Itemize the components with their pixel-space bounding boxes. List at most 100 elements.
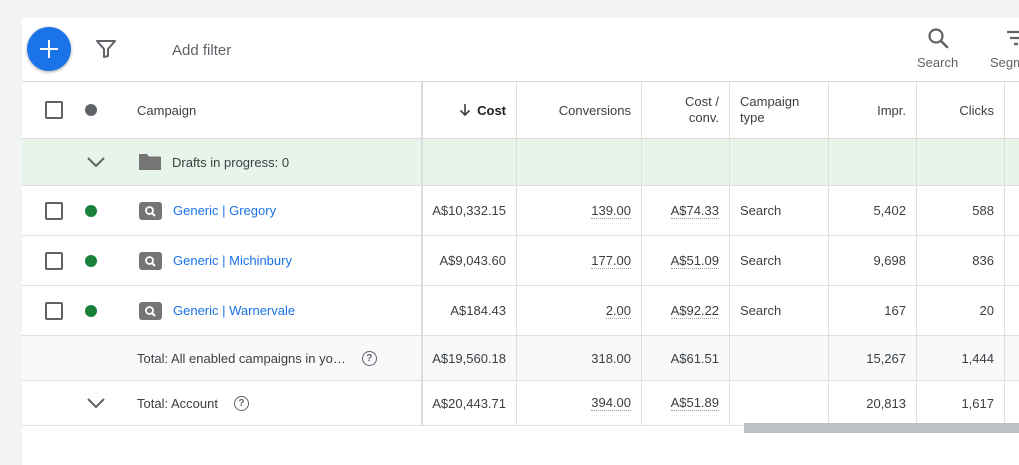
- campaign-type-cell: Search: [730, 186, 829, 235]
- table-toolbar: Add filter Search Segment: [22, 18, 1019, 82]
- total-account-conversions-cell: 394.00: [517, 381, 642, 425]
- status-cell: [85, 286, 101, 335]
- total-account-clicks: 1,617: [917, 381, 1005, 425]
- search-tool-button[interactable]: Search: [917, 26, 958, 70]
- campaign-name-cell: Generic | Warnervale: [127, 286, 423, 335]
- campaign-name-cell: Generic | Gregory: [127, 186, 423, 235]
- conversions-value[interactable]: 177.00: [591, 253, 631, 269]
- total-enabled-cost: A$19,560.18: [423, 336, 517, 380]
- help-icon[interactable]: ?: [233, 395, 249, 411]
- drafts-impr-cell: [829, 139, 917, 185]
- conversions-cell: 139.00: [517, 186, 642, 235]
- chevron-down-icon[interactable]: [86, 156, 106, 168]
- column-header-conversions[interactable]: Conversions: [517, 82, 642, 138]
- total-account-cost-conv-cell: A$51.89: [642, 381, 730, 425]
- total-account-cost-conv[interactable]: A$51.89: [670, 395, 719, 411]
- column-header-campaign[interactable]: Campaign: [127, 82, 423, 138]
- row-checkbox[interactable]: [45, 251, 63, 270]
- campaign-name-link[interactable]: Generic | Gregory: [173, 203, 276, 218]
- status-cell: [85, 186, 101, 235]
- segment-icon: [1007, 30, 1019, 46]
- total-account-label: Total: Account: [137, 395, 218, 411]
- enabled-status-icon[interactable]: [85, 254, 97, 267]
- cost-conv-cell: A$51.09: [642, 236, 730, 285]
- column-header-clicks[interactable]: Clicks: [917, 82, 1005, 138]
- total-account-expand-cell: [86, 381, 110, 425]
- total-account-conversions[interactable]: 394.00: [591, 395, 631, 411]
- search-campaign-icon: [139, 251, 162, 270]
- status-header-icon[interactable]: [85, 104, 97, 116]
- cost-conv-value[interactable]: A$51.09: [670, 253, 719, 269]
- drafts-costconv-cell: [642, 139, 730, 185]
- search-campaign-icon: [139, 301, 162, 320]
- row-checkbox[interactable]: [45, 301, 63, 320]
- drafts-row: Drafts in progress: 0: [22, 139, 1019, 186]
- arrow-down-icon: [460, 104, 471, 117]
- total-enabled-cost-conv: A$61.51: [642, 336, 730, 380]
- type-header-line2: type: [740, 110, 765, 125]
- enabled-status-icon[interactable]: [85, 304, 97, 317]
- column-header-cost-per-conv[interactable]: Cost / conv.: [642, 82, 730, 138]
- column-header-campaign-type[interactable]: Campaign type: [730, 82, 829, 138]
- cost-header-label: Cost: [477, 102, 506, 118]
- row-checkbox-cell: [45, 286, 65, 335]
- total-enabled-row: Total: All enabled campaigns in yo… ? A$…: [22, 336, 1019, 381]
- clicks-cell: 836: [917, 236, 1005, 285]
- campaign-name-link[interactable]: Generic | Warnervale: [173, 303, 295, 318]
- total-enabled-clicks: 1,444: [917, 336, 1005, 380]
- table-header-row: Campaign Cost Conversions Cost / conv. C…: [22, 82, 1019, 140]
- segment-tool-button[interactable]: Segment: [990, 26, 1019, 70]
- total-enabled-type: [730, 336, 829, 380]
- create-button[interactable]: [27, 27, 71, 71]
- plus-icon: [40, 40, 58, 58]
- drafts-expand-cell: [86, 139, 110, 185]
- horizontal-scrollbar[interactable]: [744, 423, 1019, 433]
- search-icon: [927, 28, 948, 49]
- conversions-header-label: Conversions: [558, 102, 631, 118]
- total-enabled-conversions: 318.00: [517, 336, 642, 380]
- cost-cell: A$184.43: [423, 286, 517, 335]
- campaign-type-cell: Search: [730, 236, 829, 285]
- add-filter-button[interactable]: Add filter: [172, 42, 231, 59]
- total-enabled-label: Total: All enabled campaigns in yo…: [137, 350, 346, 366]
- clicks-cell: 20: [917, 286, 1005, 335]
- table-row: Generic | Michinbury A$9,043.60 177.00 A…: [22, 236, 1019, 286]
- campaign-name-link[interactable]: Generic | Michinbury: [173, 253, 292, 268]
- cost-conv-header-line2: conv.: [688, 110, 719, 125]
- folder-icon: [139, 154, 161, 170]
- drafts-label-cell: Drafts in progress: 0: [127, 139, 423, 185]
- segment-tool-label: Segment: [990, 55, 1019, 70]
- conversions-value[interactable]: 139.00: [591, 203, 631, 219]
- campaigns-panel: Add filter Search Segment Campaig: [22, 18, 1019, 465]
- select-all-checkbox[interactable]: [45, 101, 63, 119]
- impr-header-label: Impr.: [877, 102, 906, 118]
- campaign-header-label: Campaign: [137, 102, 197, 118]
- total-enabled-label-cell: Total: All enabled campaigns in yo… ?: [127, 336, 423, 380]
- status-cell: [85, 236, 101, 285]
- conversions-value[interactable]: 2.00: [605, 303, 631, 319]
- row-checkbox-cell: [45, 186, 65, 235]
- impr-cell: 167: [829, 286, 917, 335]
- search-campaign-icon: [139, 201, 162, 220]
- filter-icon[interactable]: [95, 39, 117, 59]
- type-header-line1: Campaign: [740, 94, 800, 109]
- total-account-row: Total: Account ? A$20,443.71 394.00 A$51…: [22, 381, 1019, 426]
- cost-conv-value[interactable]: A$74.33: [670, 203, 719, 219]
- cost-conv-cell: A$74.33: [642, 186, 730, 235]
- impr-cell: 5,402: [829, 186, 917, 235]
- conversions-cell: 2.00: [517, 286, 642, 335]
- chevron-down-icon[interactable]: [86, 397, 106, 409]
- row-checkbox[interactable]: [45, 201, 63, 220]
- enabled-status-icon[interactable]: [85, 204, 97, 217]
- campaign-name-cell: Generic | Michinbury: [127, 236, 423, 285]
- help-icon[interactable]: ?: [361, 350, 377, 366]
- total-account-cost: A$20,443.71: [423, 381, 517, 425]
- select-all-cell: [45, 82, 65, 138]
- drafts-label: Drafts in progress: 0: [172, 154, 290, 170]
- clicks-header-label: Clicks: [959, 102, 994, 118]
- drafts-conv-cell: [517, 139, 642, 185]
- column-header-impr[interactable]: Impr.: [829, 82, 917, 138]
- total-account-label-cell: Total: Account ?: [127, 381, 423, 425]
- cost-conv-value[interactable]: A$92.22: [670, 303, 719, 319]
- column-header-cost[interactable]: Cost: [423, 82, 517, 138]
